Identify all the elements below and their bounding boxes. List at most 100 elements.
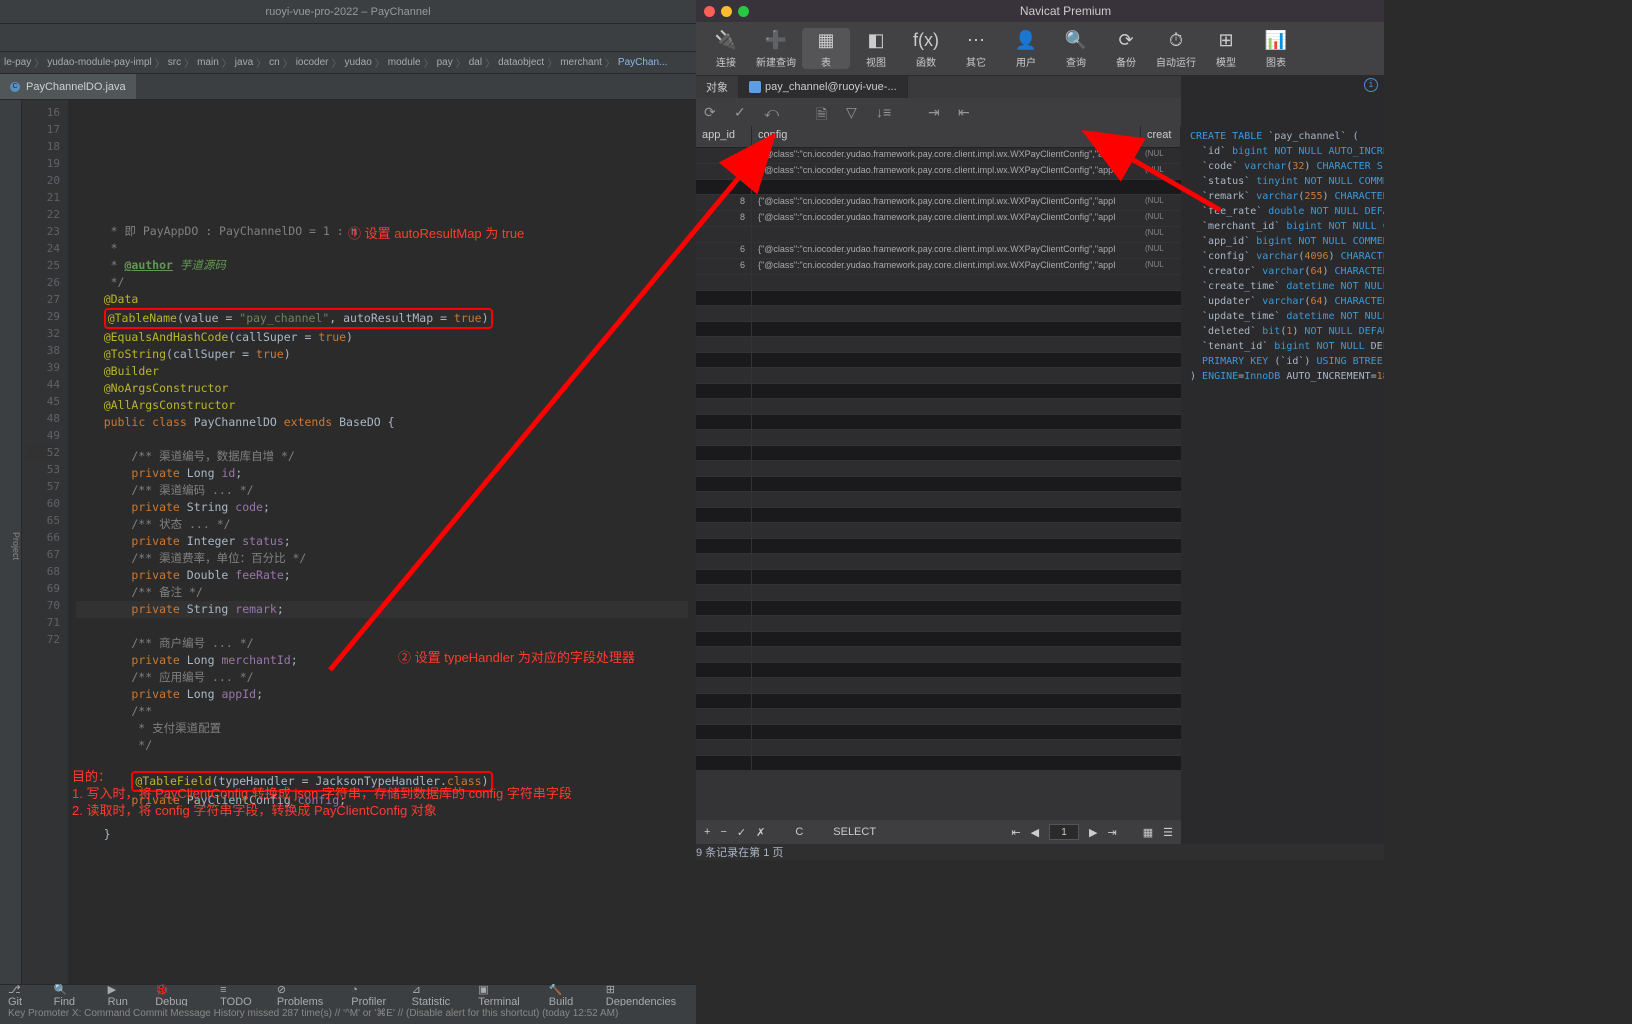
apply-icon[interactable]: ✓: [737, 826, 746, 839]
minimize-icon[interactable]: [721, 6, 732, 17]
refresh-icon[interactable]: C: [795, 826, 803, 838]
breadcrumb-item[interactable]: merchant: [560, 57, 602, 68]
rollback-icon[interactable]: ⤺: [764, 104, 780, 120]
table-row[interactable]: [696, 180, 1181, 195]
breadcrumb-item[interactable]: cn: [269, 57, 280, 68]
ddl-line: `updater` varchar(64) CHARACTER S: [1190, 294, 1376, 309]
table-row[interactable]: {"@class":"cn.iocoder.yudao.framework.pa…: [696, 148, 1181, 164]
status-item[interactable]: ◔ Profiler: [351, 984, 395, 1008]
status-item[interactable]: ⊘ Problems: [277, 983, 335, 1008]
ddl-line: `remark` varchar(255) CHARACTER S: [1190, 189, 1376, 204]
toolbar-查询[interactable]: 🔍查询: [1052, 28, 1100, 69]
ddl-line: `tenant_id` bigint NOT NULL DEFAU: [1190, 339, 1376, 354]
text-icon[interactable]: 🗎: [816, 104, 832, 120]
table-row[interactable]: 6{"@class":"cn.iocoder.yudao.framework.p…: [696, 243, 1181, 259]
gutter: 1617181920212223242526272932383944454849…: [22, 100, 68, 984]
close-icon[interactable]: [704, 6, 715, 17]
breadcrumb-item[interactable]: yudao: [345, 57, 372, 68]
toolbar-连接[interactable]: 🔌连接: [702, 28, 750, 69]
grid-view-icon[interactable]: ▦: [1143, 826, 1153, 839]
toolbar-图表[interactable]: 📊图表: [1252, 28, 1300, 69]
table-row[interactable]: (NUL: [696, 227, 1181, 243]
next-page-icon[interactable]: ▶: [1089, 826, 1097, 839]
breadcrumb-item[interactable]: pay: [437, 57, 453, 68]
ddl-line: `app_id` bigint NOT NULL COMMENT: [1190, 234, 1376, 249]
breadcrumb-item[interactable]: le-pay: [4, 57, 31, 68]
prev-page-icon[interactable]: ◀: [1031, 826, 1039, 839]
toolbar-视图[interactable]: ◧视图: [852, 28, 900, 69]
filter-icon[interactable]: ▽: [846, 104, 862, 120]
data-grid[interactable]: {"@class":"cn.iocoder.yudao.framework.pa…: [696, 148, 1181, 820]
navicat-tab[interactable]: 对象: [696, 76, 739, 98]
table-row[interactable]: 8{"@class":"cn.iocoder.yudao.framework.p…: [696, 211, 1181, 227]
last-page-icon[interactable]: ⇥: [1108, 826, 1117, 839]
breadcrumb-item[interactable]: dataobject: [498, 57, 544, 68]
status-item[interactable]: ▶ Run: [108, 983, 140, 1008]
table-row[interactable]: 6{"@class":"cn.iocoder.yudao.framework.p…: [696, 259, 1181, 275]
breadcrumb-item[interactable]: iocoder: [296, 57, 329, 68]
intellij-window: ruoyi-vue-pro-2022 – PayChannel le-pay〉y…: [0, 0, 696, 1024]
breadcrumb-item[interactable]: src: [168, 57, 181, 68]
ddl-line: `deleted` bit(1) NOT NULL DEFAULT: [1190, 324, 1376, 339]
navicat-window: Navicat Premium 🔌连接➕新建查询▦表◧视图f(x)函数⋯其它👤用…: [696, 0, 1384, 860]
status-item[interactable]: 🔨 Build: [549, 983, 590, 1008]
status-item[interactable]: ⊞ Dependencies: [606, 983, 688, 1008]
col-config[interactable]: config: [752, 126, 1141, 147]
breadcrumb-item[interactable]: module: [388, 57, 421, 68]
tool-window-bar[interactable]: ProjectPull RequestsStructureJRebelBookm…: [0, 100, 22, 984]
annotation-2: ② 设置 typeHandler 为对应的字段处理器: [398, 649, 635, 666]
breadcrumb-item[interactable]: main: [197, 57, 219, 68]
sort-icon[interactable]: ↓≡: [876, 104, 892, 120]
toolbar-函数[interactable]: f(x)函数: [902, 28, 950, 69]
maximize-icon[interactable]: [738, 6, 749, 17]
toolbar-其它[interactable]: ⋯其它: [952, 28, 1000, 69]
ddl-line: `config` varchar(4096) CHARACTER: [1190, 249, 1376, 264]
status-item[interactable]: ⎇ Git: [8, 983, 38, 1008]
select-label: SELECT: [833, 826, 876, 838]
form-view-icon[interactable]: ☰: [1163, 826, 1173, 839]
export-icon[interactable]: ⇤: [958, 104, 974, 120]
cancel-icon[interactable]: ✗: [756, 826, 765, 839]
commit-icon[interactable]: ✓: [734, 104, 750, 120]
col-app-id[interactable]: app_id: [696, 126, 752, 147]
status-item[interactable]: ⊿ Statistic: [412, 983, 463, 1008]
ide-toolbar[interactable]: [0, 24, 696, 52]
toolbar-模型[interactable]: ⊞模型: [1202, 28, 1250, 69]
table-row[interactable]: 6{"@class":"cn.iocoder.yudao.framework.p…: [696, 164, 1181, 180]
col-creator[interactable]: creat: [1141, 126, 1181, 147]
code-editor[interactable]: 1617181920212223242526272932383944454849…: [22, 100, 696, 984]
breadcrumb-item[interactable]: PayChan...: [618, 57, 667, 68]
breadcrumb-item[interactable]: yudao-module-pay-impl: [47, 57, 152, 68]
toolbar-表[interactable]: ▦表: [802, 28, 850, 69]
begin-txn-icon[interactable]: ⟳: [704, 104, 720, 120]
ddl-line: `update_time` datetime NOT NULL D: [1190, 309, 1376, 324]
toolbar-自动运行[interactable]: ⏱自动运行: [1152, 28, 1200, 69]
add-row-icon[interactable]: +: [704, 826, 710, 838]
info-icon[interactable]: i: [1364, 78, 1378, 92]
status-item[interactable]: 🔍 Find: [54, 983, 92, 1008]
goal-title: 目的：: [72, 768, 111, 785]
ddl-line: `fee_rate` double NOT NULL DEFAUL: [1190, 204, 1376, 219]
table-row[interactable]: 8{"@class":"cn.iocoder.yudao.framework.p…: [696, 195, 1181, 211]
import-icon[interactable]: ⇥: [928, 104, 944, 120]
navicat-tab[interactable]: pay_channel@ruoyi-vue-...: [739, 76, 908, 98]
toolbar-用户[interactable]: 👤用户: [1002, 28, 1050, 69]
goal-line2: 2. 读取时，将 config 字符串字段，转换成 PayClientConfi…: [72, 802, 437, 819]
toolbar-新建查询[interactable]: ➕新建查询: [752, 28, 800, 69]
delete-row-icon[interactable]: −: [720, 826, 726, 838]
status-item[interactable]: ▣ Terminal: [478, 983, 533, 1008]
first-page-icon[interactable]: ⇤: [1011, 826, 1020, 839]
window-title: ruoyi-vue-pro-2022 – PayChannel: [0, 0, 696, 24]
editor-tab[interactable]: C PayChannelDO.java: [0, 74, 136, 99]
status-item[interactable]: 🐞 Debug: [155, 983, 204, 1008]
navicat-tabs: 对象pay_channel@ruoyi-vue-...: [696, 76, 1181, 98]
breadcrumbs[interactable]: le-pay〉yudao-module-pay-impl〉src〉main〉ja…: [0, 52, 696, 74]
ddl-panel: i CREATE TABLE `pay_channel` ( `id` bigi…: [1182, 76, 1384, 844]
status-item[interactable]: ≡ TODO: [220, 984, 261, 1008]
toolbar-备份[interactable]: ⟳备份: [1102, 28, 1150, 69]
breadcrumb-item[interactable]: dal: [469, 57, 482, 68]
tool-window-button[interactable]: Project: [11, 532, 21, 560]
code-content[interactable]: ① 设置 autoResultMap 为 true ② 设置 typeHandl…: [68, 100, 696, 984]
page-input[interactable]: [1049, 824, 1079, 840]
breadcrumb-item[interactable]: java: [235, 57, 253, 68]
